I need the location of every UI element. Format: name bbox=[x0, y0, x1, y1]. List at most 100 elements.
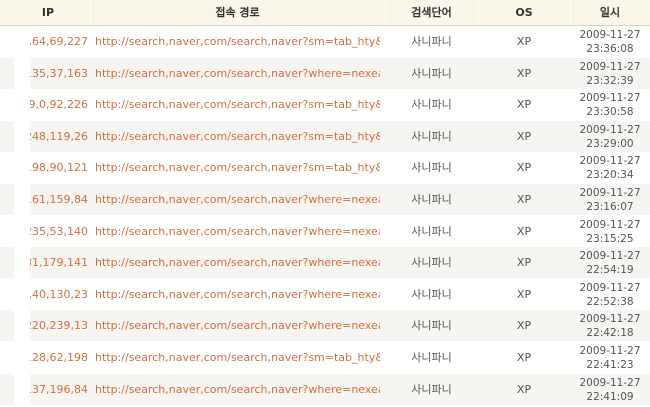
datetime-cell: 2009-11-27 22:54:19 bbox=[570, 247, 650, 280]
ip-cell: ,131,179,141 bbox=[30, 256, 88, 270]
keyword-cell: 사니파니 bbox=[411, 66, 452, 80]
referrer-link[interactable]: http://search,naver,com/search,naver?whe… bbox=[95, 256, 380, 269]
time-text: 22:54:19 bbox=[586, 264, 634, 277]
table-row: 1,64,69,227 http://search,naver,com/searc… bbox=[0, 26, 650, 57]
referrer-link[interactable]: http://search,naver,com/search,naver?whe… bbox=[95, 67, 380, 80]
referrer-cell[interactable]: http://search,naver,com/search,naver?sm=… bbox=[95, 342, 380, 373]
referrer-link[interactable]: http://search,naver,com/search,naver?sm=… bbox=[95, 351, 380, 364]
datetime-cell: 2009-11-27 23:16:07 bbox=[570, 184, 650, 217]
keyword-cell: 사니파니 bbox=[411, 98, 452, 112]
keyword-cell: 사니파니 bbox=[411, 287, 452, 301]
ip-cell: ,220,239,13 bbox=[30, 319, 88, 333]
referrer-link[interactable]: http://search,naver,com/search,naver?sm=… bbox=[95, 130, 380, 143]
referrer-link[interactable]: http://search,naver,com/search,naver?whe… bbox=[95, 383, 380, 396]
datetime-cell: 2009-11-27 23:30:58 bbox=[570, 89, 650, 122]
referrer-cell[interactable]: http://search,naver,com/search,naver?sm=… bbox=[95, 152, 380, 183]
ip-cell: ,161,159,84 bbox=[30, 193, 88, 206]
referrer-link[interactable]: http://search,naver,com/search,naver?whe… bbox=[95, 319, 380, 332]
referrer-link[interactable]: http://search,naver,com/search,naver?sm=… bbox=[95, 98, 380, 111]
time-text: 23:20:34 bbox=[586, 169, 634, 182]
referrer-cell[interactable]: http://search,naver,com/search,naver?whe… bbox=[95, 184, 380, 215]
date-text: 2009-11-27 bbox=[579, 376, 641, 389]
date-text: 2009-11-27 bbox=[579, 313, 641, 326]
keyword-cell: 사니파니 bbox=[411, 129, 452, 143]
os-cell: XP bbox=[516, 224, 532, 238]
time-text: 23:29:00 bbox=[586, 137, 634, 150]
keyword-cell: 사니파니 bbox=[411, 161, 452, 175]
header-datetime: 일시 bbox=[599, 6, 621, 19]
time-text: 23:36:08 bbox=[586, 43, 634, 55]
table-row: 5,135,37,163 http://search,naver,com/sear… bbox=[0, 57, 650, 91]
time-text: 23:16:07 bbox=[586, 201, 634, 213]
time-text: 22:41:23 bbox=[586, 359, 634, 371]
datetime-cell: 2009-11-27 23:32:39 bbox=[570, 58, 650, 91]
time-text: 23:30:58 bbox=[586, 106, 634, 119]
ip-cell: 1,64,69,227 bbox=[30, 35, 88, 48]
os-cell: XP bbox=[516, 129, 532, 143]
keyword-cell: 사니파니 bbox=[411, 35, 452, 48]
referrer-link[interactable]: http://search,naver,com/search,naver?whe… bbox=[95, 193, 380, 206]
datetime-cell: 2009-11-27 22:41:23 bbox=[570, 342, 650, 375]
referrer-cell[interactable]: http://search,naver,com/search,naver?whe… bbox=[95, 58, 380, 89]
referrer-link[interactable]: http://search,naver,com/search,naver?sm=… bbox=[95, 35, 380, 48]
table-row: ,161,159,84 http://search,naver,com/searc… bbox=[0, 184, 650, 215]
table-row: 3,248,119,26 http://search,naver,com/sear… bbox=[0, 120, 650, 154]
date-text: 2009-11-27 bbox=[579, 187, 641, 199]
referrer-cell[interactable]: http://search,naver,com/search,naver?sm=… bbox=[95, 89, 380, 120]
referrer-link[interactable]: http://search,naver,com/search,naver?whe… bbox=[95, 288, 380, 301]
datetime-cell: 2009-11-27 23:29:00 bbox=[570, 121, 650, 154]
ip-cell: 5,135,37,163 bbox=[30, 66, 88, 80]
referrer-link[interactable]: http://search,naver,com/search,naver?sm=… bbox=[95, 161, 380, 174]
os-cell: XP bbox=[516, 66, 532, 80]
keyword-cell: 사니파니 bbox=[411, 224, 452, 238]
header-path: 접속 경로 bbox=[215, 6, 260, 19]
table-row: ,220,239,13 http://search,naver,com/searc… bbox=[0, 310, 650, 343]
os-cell: XP bbox=[516, 256, 532, 270]
table-row: 1,40,130,23 http://search,naver,com/searc… bbox=[0, 279, 650, 310]
table-row: 9,0,92,226 http://search,naver,com/search… bbox=[0, 89, 650, 120]
date-text: 2009-11-27 bbox=[579, 250, 641, 263]
os-cell: XP bbox=[516, 98, 532, 112]
ip-cell: 1,40,130,23 bbox=[30, 287, 88, 301]
os-cell: XP bbox=[516, 35, 532, 48]
header-os: OS bbox=[515, 6, 533, 19]
ip-cell: ,235,53,140 bbox=[30, 224, 88, 238]
datetime-cell: 2009-11-27 23:20:34 bbox=[570, 152, 650, 185]
table-header: IP 접속 경로 검색단어 OS 일시 bbox=[0, 0, 650, 26]
os-cell: XP bbox=[516, 319, 532, 333]
header-keyword: 검색단어 bbox=[411, 6, 452, 19]
referrer-cell[interactable]: http://search,naver,com/search,naver?whe… bbox=[95, 279, 380, 310]
ip-cell: ,128,62,198 bbox=[30, 351, 88, 364]
table-row: ,128,62,198 http://search,naver,com/searc… bbox=[0, 342, 650, 373]
keyword-cell: 사니파니 bbox=[411, 351, 452, 364]
table-row: ,235,53,140 http://search,naver,com/searc… bbox=[0, 216, 650, 247]
os-cell: XP bbox=[516, 161, 532, 175]
date-text: 2009-11-27 bbox=[579, 123, 641, 136]
datetime-cell: 2009-11-27 22:42:18 bbox=[570, 310, 650, 343]
table-row: ,131,179,141 http://search,naver,com/sear… bbox=[0, 247, 650, 280]
referrer-cell[interactable]: http://search,naver,com/search,naver?sm=… bbox=[95, 121, 380, 152]
time-text: 22:52:38 bbox=[586, 295, 634, 308]
datetime-cell: 2009-11-27 22:52:38 bbox=[570, 279, 650, 312]
datetime-cell: 2009-11-27 23:15:25 bbox=[570, 216, 650, 249]
table-row: ,198,90,121 http://search,naver,com/searc… bbox=[0, 152, 650, 183]
keyword-cell: 사니파니 bbox=[411, 193, 452, 206]
keyword-cell: 사니파니 bbox=[411, 319, 452, 333]
header-ip: IP bbox=[41, 6, 55, 19]
date-text: 2009-11-27 bbox=[579, 60, 641, 73]
date-text: 2009-11-27 bbox=[579, 92, 641, 105]
referrer-cell[interactable]: http://search,naver,com/search,naver?sm=… bbox=[95, 26, 380, 57]
os-cell: XP bbox=[516, 193, 532, 206]
ip-cell: 9,0,92,226 bbox=[30, 98, 88, 112]
date-text: 2009-11-27 bbox=[579, 155, 641, 168]
referrer-cell[interactable]: http://search,naver,com/search,naver?whe… bbox=[95, 310, 380, 341]
os-cell: XP bbox=[516, 351, 532, 364]
referrer-link[interactable]: http://search,naver,com/search,naver?whe… bbox=[95, 225, 380, 238]
keyword-cell: 사니파니 bbox=[411, 256, 452, 270]
referrer-cell[interactable]: http://search,naver,com/search,naver?whe… bbox=[95, 247, 380, 278]
date-text: 2009-11-27 bbox=[579, 345, 641, 357]
date-text: 2009-11-27 bbox=[579, 218, 641, 231]
date-text: 2009-11-27 bbox=[579, 281, 641, 294]
referrer-cell[interactable]: http://search,naver,com/search,naver?whe… bbox=[95, 216, 380, 247]
time-text: 23:32:39 bbox=[586, 74, 634, 87]
